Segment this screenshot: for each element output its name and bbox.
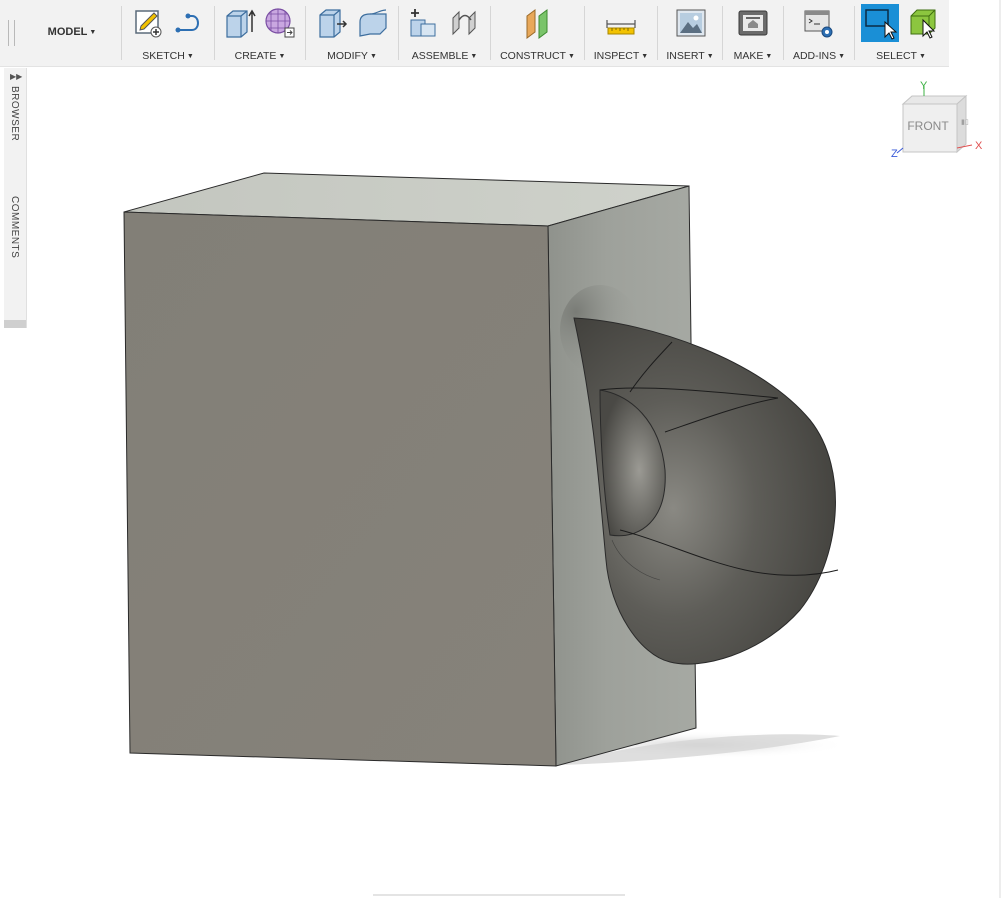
insert-group: INSERT ▼ bbox=[658, 0, 722, 66]
press-pull-icon[interactable] bbox=[315, 6, 349, 40]
measure-icon[interactable] bbox=[604, 6, 638, 40]
modify-group: MODIFY ▼ bbox=[306, 0, 398, 66]
view-cube-face-label: FRONT bbox=[907, 119, 949, 133]
main-toolbar: MODEL ▼ SKETCH ▼ CREATE ▼ MODIFY ▼ ASSEM… bbox=[0, 0, 949, 67]
chevron-down-icon: ▼ bbox=[838, 53, 846, 60]
addins-label: ADD-INS bbox=[792, 50, 837, 62]
create-form-icon[interactable] bbox=[263, 6, 297, 40]
insert-label: INSERT bbox=[666, 50, 705, 62]
assemble-group: ASSEMBLE ▼ bbox=[399, 0, 490, 66]
view-cube[interactable]: FRONT ▮▯ Y X Z bbox=[891, 80, 983, 160]
offset-plane-icon[interactable] bbox=[521, 6, 555, 40]
axis-z-label: Z bbox=[891, 148, 898, 160]
select-menu[interactable]: SELECT ▼ bbox=[855, 50, 947, 62]
line-tool-icon[interactable] bbox=[172, 6, 206, 40]
create-label: CREATE bbox=[234, 50, 277, 62]
create-group: CREATE ▼ bbox=[215, 0, 305, 66]
addins-menu[interactable]: ADD-INS ▼ bbox=[784, 50, 854, 62]
construct-label: CONSTRUCT bbox=[500, 50, 566, 62]
chevron-down-icon: ▼ bbox=[89, 29, 97, 36]
assemble-label: ASSEMBLE bbox=[411, 50, 469, 62]
chevron-down-icon: ▼ bbox=[765, 53, 773, 60]
axis-y-label: Y bbox=[920, 80, 928, 92]
chevron-down-icon: ▼ bbox=[918, 53, 926, 60]
3d-print-icon[interactable] bbox=[736, 6, 770, 40]
create-menu[interactable]: CREATE ▼ bbox=[215, 50, 305, 62]
make-group: MAKE ▼ bbox=[723, 0, 783, 66]
construct-menu[interactable]: CONSTRUCT ▼ bbox=[491, 50, 584, 62]
addins-group: ADD-INS ▼ bbox=[784, 0, 854, 66]
assemble-menu[interactable]: ASSEMBLE ▼ bbox=[399, 50, 490, 62]
chevron-down-icon: ▼ bbox=[641, 53, 649, 60]
joint-icon[interactable] bbox=[449, 6, 483, 40]
construct-group: CONSTRUCT ▼ bbox=[491, 0, 584, 66]
chevron-down-icon: ▼ bbox=[567, 53, 575, 60]
view-cube-side-hint: ▮▯ bbox=[961, 119, 969, 126]
extrude-icon[interactable] bbox=[223, 6, 257, 40]
modify-label: MODIFY bbox=[327, 50, 368, 62]
model-viewport[interactable]: FRONT ▮▯ Y X Z bbox=[0, 66, 1001, 898]
workspace-switcher[interactable]: MODEL ▼ bbox=[22, 26, 122, 38]
select-group: SELECT ▼ bbox=[855, 0, 947, 66]
axis-z-line bbox=[896, 147, 904, 154]
make-label: MAKE bbox=[733, 50, 764, 62]
scripts-addins-icon[interactable] bbox=[802, 6, 836, 40]
sketch-label: SKETCH bbox=[142, 50, 185, 62]
cube-front-face[interactable] bbox=[123, 211, 557, 767]
inspect-menu[interactable]: INSPECT ▼ bbox=[585, 50, 657, 62]
axis-x-label: X bbox=[975, 140, 983, 152]
chevron-down-icon: ▼ bbox=[278, 53, 286, 60]
view-cube-top[interactable] bbox=[901, 95, 968, 105]
select-label: SELECT bbox=[876, 50, 917, 62]
fillet-icon[interactable] bbox=[356, 6, 390, 40]
insert-menu[interactable]: INSERT ▼ bbox=[658, 50, 722, 62]
sketch-group: SKETCH ▼ bbox=[122, 0, 214, 66]
workspace-label: MODEL bbox=[47, 26, 88, 38]
navigation-bar-edge bbox=[373, 894, 625, 896]
sketch-menu[interactable]: SKETCH ▼ bbox=[122, 50, 214, 62]
toolbar-grip[interactable] bbox=[8, 20, 15, 46]
chevron-down-icon: ▼ bbox=[706, 53, 714, 60]
chevron-down-icon: ▼ bbox=[186, 53, 194, 60]
chevron-down-icon: ▼ bbox=[470, 53, 478, 60]
modify-menu[interactable]: MODIFY ▼ bbox=[306, 50, 398, 62]
chevron-down-icon: ▼ bbox=[369, 53, 377, 60]
inspect-label: INSPECT bbox=[593, 50, 640, 62]
create-sketch-icon[interactable] bbox=[132, 6, 166, 40]
select-window-icon[interactable] bbox=[861, 4, 899, 42]
make-menu[interactable]: MAKE ▼ bbox=[723, 50, 783, 62]
inspect-group: INSPECT ▼ bbox=[585, 0, 657, 66]
insert-image-icon[interactable] bbox=[674, 6, 708, 40]
new-component-icon[interactable] bbox=[407, 6, 441, 40]
selection-filter-icon[interactable] bbox=[907, 6, 941, 40]
